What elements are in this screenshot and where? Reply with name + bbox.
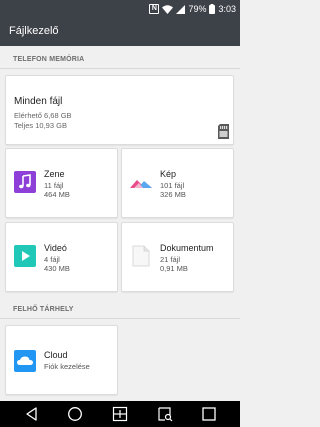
music-count: 11 fájl xyxy=(44,181,64,190)
video-icon xyxy=(14,245,36,267)
all-files-card[interactable]: Minden fájl Elérhető 6,68 GB Teljes 10,9… xyxy=(5,75,234,145)
document-icon xyxy=(130,245,152,267)
back-icon[interactable] xyxy=(24,406,40,422)
section-phone-memory: TELEFON MEMÓRIA xyxy=(13,56,85,63)
cloud-title: Cloud xyxy=(44,350,68,360)
video-count: 4 fájl xyxy=(44,255,60,264)
battery-percent: 79% xyxy=(188,4,207,14)
image-icon xyxy=(130,171,152,193)
document-tile[interactable]: Dokumentum 21 fájl 0,91 MB xyxy=(121,222,234,292)
image-size: 326 MB xyxy=(160,190,186,199)
cloud-icon xyxy=(14,350,36,372)
music-title: Zene xyxy=(44,169,65,179)
music-tile[interactable]: Zene 11 fájl 464 MB xyxy=(5,148,118,218)
status-icons: N 79% 3:03 xyxy=(149,2,236,16)
video-title: Videó xyxy=(44,243,67,253)
document-title: Dokumentum xyxy=(160,243,214,253)
section-divider xyxy=(0,318,240,319)
recent-apps-icon[interactable] xyxy=(201,406,217,422)
app-title: Fájlkezelő xyxy=(9,25,59,37)
music-size: 464 MB xyxy=(44,190,70,199)
dual-window-icon[interactable] xyxy=(112,406,128,422)
status-bar: N 79% 3:03 xyxy=(0,0,240,18)
image-info: Kép 101 fájl 326 MB xyxy=(160,169,186,199)
battery-icon xyxy=(209,4,216,14)
cloud-tile[interactable]: Cloud Fiók kezelése xyxy=(5,325,118,395)
all-files-available: Elérhető 6,68 GB xyxy=(14,111,72,120)
sd-card-icon xyxy=(218,124,229,144)
nfc-icon: N xyxy=(149,4,160,14)
image-count: 101 fájl xyxy=(160,181,185,190)
home-icon[interactable] xyxy=(67,406,83,422)
all-files-total: Teljes 10,93 GB xyxy=(14,121,67,130)
signal-icon xyxy=(176,4,186,14)
video-info: Videó 4 fájl 430 MB xyxy=(44,243,70,273)
status-time: 3:03 xyxy=(218,4,236,14)
navigation-bar xyxy=(0,401,240,427)
music-info: Zene 11 fájl 464 MB xyxy=(44,169,70,199)
wifi-icon xyxy=(162,4,174,14)
document-size: 0,91 MB xyxy=(160,264,188,273)
notification-search-icon[interactable] xyxy=(157,406,173,422)
image-tile[interactable]: Kép 101 fájl 326 MB xyxy=(121,148,234,218)
cloud-subtitle: Fiók kezelése xyxy=(44,362,90,371)
video-tile[interactable]: Videó 4 fájl 430 MB xyxy=(5,222,118,292)
all-files-title: Minden fájl xyxy=(14,96,63,107)
document-info: Dokumentum 21 fájl 0,91 MB xyxy=(160,243,214,273)
document-count: 21 fájl xyxy=(160,255,181,264)
image-title: Kép xyxy=(160,169,177,179)
app-bar: Fájlkezelő xyxy=(0,18,240,46)
cloud-info: Cloud Fiók kezelése xyxy=(44,350,90,371)
section-cloud-storage: FELHŐ TÁRHELY xyxy=(13,306,74,313)
video-size: 430 MB xyxy=(44,264,70,273)
music-icon xyxy=(14,171,36,193)
section-divider xyxy=(0,68,240,69)
